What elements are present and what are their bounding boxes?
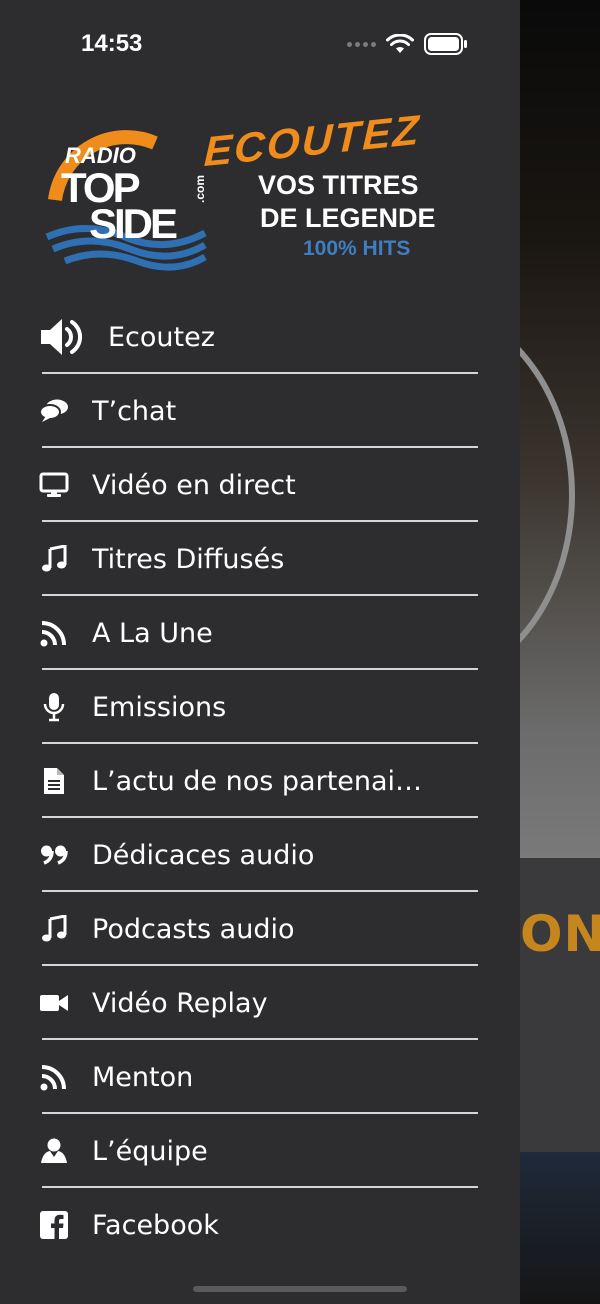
- menu-item-label: Emissions: [92, 691, 227, 723]
- menu-item-label: T’chat: [92, 395, 177, 427]
- status-icons: [347, 33, 468, 55]
- status-time: 14:53: [81, 30, 143, 57]
- menu-item-label: Dédicaces audio: [92, 839, 315, 871]
- home-indicator[interactable]: [193, 1286, 407, 1292]
- logo-side-text: SIDE: [89, 200, 178, 247]
- menu-item-podcasts-audio[interactable]: Podcasts audio: [0, 892, 520, 966]
- menu-item-a-la-une[interactable]: A La Une: [0, 596, 520, 670]
- menu-item-ecoutez[interactable]: Ecoutez: [0, 300, 520, 374]
- battery-icon: [424, 33, 467, 55]
- side-drawer: 14:53 RADIO TOP SIDE .com ECOUTEZ VOS TI…: [0, 0, 520, 1304]
- rss-icon: [38, 617, 70, 649]
- menu-item-label: Vidéo Replay: [92, 987, 268, 1019]
- logo-tagline-1: VOS TITRES: [258, 170, 419, 200]
- music-note-icon: [38, 913, 70, 945]
- document-icon: [38, 765, 70, 797]
- menu-item-label: Vidéo en direct: [92, 469, 296, 501]
- rss-icon: [38, 1061, 70, 1093]
- background-bottom-panel: [520, 1152, 600, 1304]
- menu-item-menton[interactable]: Menton: [0, 1040, 520, 1114]
- drawer-menu: Ecoutez T’chat Vidéo en direct Titres Di…: [0, 300, 520, 1262]
- logo-hits-text: 100% HITS: [303, 237, 411, 260]
- volume-icon: [38, 319, 86, 355]
- menu-item-emissions[interactable]: Emissions: [0, 670, 520, 744]
- menu-item-label: L’actu de nos partenai…: [92, 765, 423, 797]
- chat-icon: [38, 395, 70, 427]
- radio-topside-logo: RADIO TOP SIDE .com ECOUTEZ VOS TITRES D…: [45, 106, 436, 280]
- wifi-icon: [386, 34, 414, 53]
- menu-item-label: Menton: [92, 1061, 194, 1093]
- menu-item-label: Ecoutez: [108, 321, 215, 353]
- background-partial-text: ON: [520, 905, 600, 963]
- user-icon: [38, 1135, 70, 1167]
- menu-item-video-direct[interactable]: Vidéo en direct: [0, 448, 520, 522]
- menu-item-actu-partenaires[interactable]: L’actu de nos partenai…: [0, 744, 520, 818]
- menu-item-label: Podcasts audio: [92, 913, 295, 945]
- facebook-icon: [38, 1209, 70, 1241]
- background-title-band: [520, 858, 600, 1152]
- quote-icon: [38, 839, 70, 871]
- menu-item-equipe[interactable]: L’équipe: [0, 1114, 520, 1188]
- music-note-icon: [38, 543, 70, 575]
- menu-item-video-replay[interactable]: Vidéo Replay: [0, 966, 520, 1040]
- menu-item-facebook[interactable]: Facebook: [0, 1188, 520, 1262]
- video-camera-icon: [38, 987, 70, 1019]
- menu-item-tchat[interactable]: T’chat: [0, 374, 520, 448]
- menu-item-label: Facebook: [92, 1209, 219, 1241]
- logo-tagline-2: DE LEGENDE: [260, 203, 436, 233]
- microphone-icon: [38, 691, 70, 723]
- menu-item-label: Titres Diffusés: [92, 543, 285, 575]
- menu-item-label: L’équipe: [92, 1135, 208, 1167]
- desktop-icon: [38, 469, 70, 501]
- logo-com-text: .com: [193, 174, 207, 203]
- cellular-signal-icon: [347, 41, 376, 47]
- menu-item-dedicaces-audio[interactable]: Dédicaces audio: [0, 818, 520, 892]
- logo-ecoutez-text: ECOUTEZ: [203, 105, 422, 176]
- menu-item-titres-diffuses[interactable]: Titres Diffusés: [0, 522, 520, 596]
- menu-item-label: A La Une: [92, 617, 213, 649]
